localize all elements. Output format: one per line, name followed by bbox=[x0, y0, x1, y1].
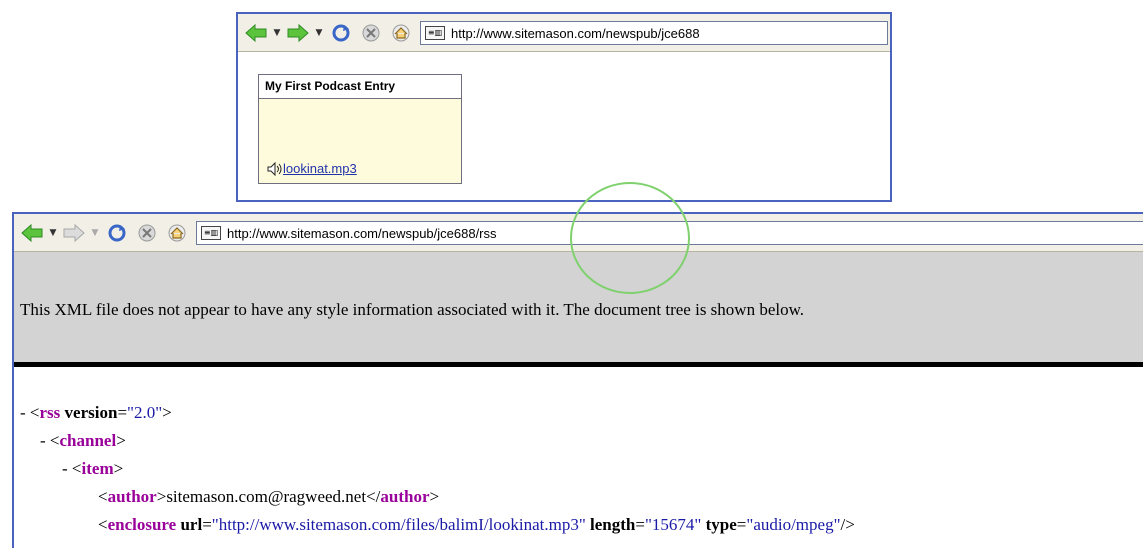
forward-arrow-icon[interactable] bbox=[60, 214, 88, 252]
page-icon: ≡▥ bbox=[425, 26, 445, 40]
home-icon[interactable] bbox=[164, 214, 190, 252]
xml-tag: item bbox=[81, 459, 114, 478]
forward-dropdown-icon[interactable]: ▼ bbox=[314, 14, 324, 52]
banner-message: This XML file does not appear to have an… bbox=[20, 300, 805, 319]
xml-tag: rss bbox=[39, 403, 61, 422]
speaker-icon bbox=[267, 161, 282, 176]
stop-icon[interactable] bbox=[134, 214, 160, 252]
tree-line-enclosure: <enclosure url="http://www.sitemason.com… bbox=[98, 515, 855, 534]
tree-line-author: <author>sitemason.com@ragweed.net</autho… bbox=[98, 487, 440, 506]
xml-tag: author bbox=[380, 487, 430, 506]
back-dropdown-icon[interactable]: ▼ bbox=[272, 14, 282, 52]
xml-attr-name: version bbox=[64, 403, 118, 422]
back-dropdown-icon[interactable]: ▼ bbox=[48, 214, 58, 252]
page-icon: ≡▥ bbox=[201, 226, 221, 240]
address-url: http://www.sitemason.com/newspub/jce688 bbox=[451, 25, 700, 41]
home-icon[interactable] bbox=[388, 14, 414, 52]
collapse-toggle[interactable]: - bbox=[62, 459, 72, 478]
xml-tag: author bbox=[107, 487, 157, 506]
collapse-toggle[interactable]: - bbox=[20, 403, 30, 422]
refresh-icon[interactable] bbox=[328, 14, 354, 52]
xml-attr-name: length bbox=[590, 515, 636, 534]
xml-attr-name: type bbox=[705, 515, 737, 534]
xml-attr-value: "http://www.sitemason.com/files/balimI/l… bbox=[211, 515, 586, 534]
browser-toolbar: ▼ ▼ ≡▥ http://www.sitemason.com/newspub/… bbox=[238, 14, 890, 52]
xml-tag: channel bbox=[59, 431, 117, 450]
address-bar[interactable]: ≡▥ http://www.sitemason.com/newspub/jce6… bbox=[420, 21, 888, 45]
enclosure-link-row: lookinat.mp3 bbox=[267, 161, 357, 176]
podcast-entry-title: My First Podcast Entry bbox=[259, 75, 461, 99]
forward-arrow-icon[interactable] bbox=[284, 14, 312, 52]
enclosure-link[interactable]: lookinat.mp3 bbox=[283, 161, 357, 176]
tree-line-item: - <item> bbox=[62, 459, 124, 478]
browser-window-podcast: ▼ ▼ ≡▥ http://www.sitemason.com/newspub/… bbox=[236, 12, 892, 202]
xml-attr-value: "2.0" bbox=[127, 403, 163, 422]
xml-attr-value: "audio/mpeg" bbox=[746, 515, 841, 534]
refresh-icon[interactable] bbox=[104, 214, 130, 252]
tree-line-rss: - <rss version="2.0"> bbox=[20, 403, 172, 422]
xml-info-banner: This XML file does not appear to have an… bbox=[14, 252, 1143, 367]
tree-line-channel: - <channel> bbox=[40, 431, 126, 450]
podcast-entry-box: My First Podcast Entry lookinat.mp3 bbox=[258, 74, 462, 184]
highlight-circle bbox=[570, 182, 690, 294]
back-arrow-icon[interactable] bbox=[18, 214, 46, 252]
xml-tag: enclosure bbox=[107, 515, 177, 534]
address-url: http://www.sitemason.com/newspub/jce688/… bbox=[227, 225, 497, 241]
xml-text: sitemason.com@ragweed.net bbox=[166, 487, 367, 506]
collapse-toggle[interactable]: - bbox=[40, 431, 50, 450]
xml-attr-name: url bbox=[180, 515, 203, 534]
forward-dropdown-icon[interactable]: ▼ bbox=[90, 214, 100, 252]
back-arrow-icon[interactable] bbox=[242, 14, 270, 52]
xml-attr-value: "15674" bbox=[644, 515, 702, 534]
stop-icon[interactable] bbox=[358, 14, 384, 52]
